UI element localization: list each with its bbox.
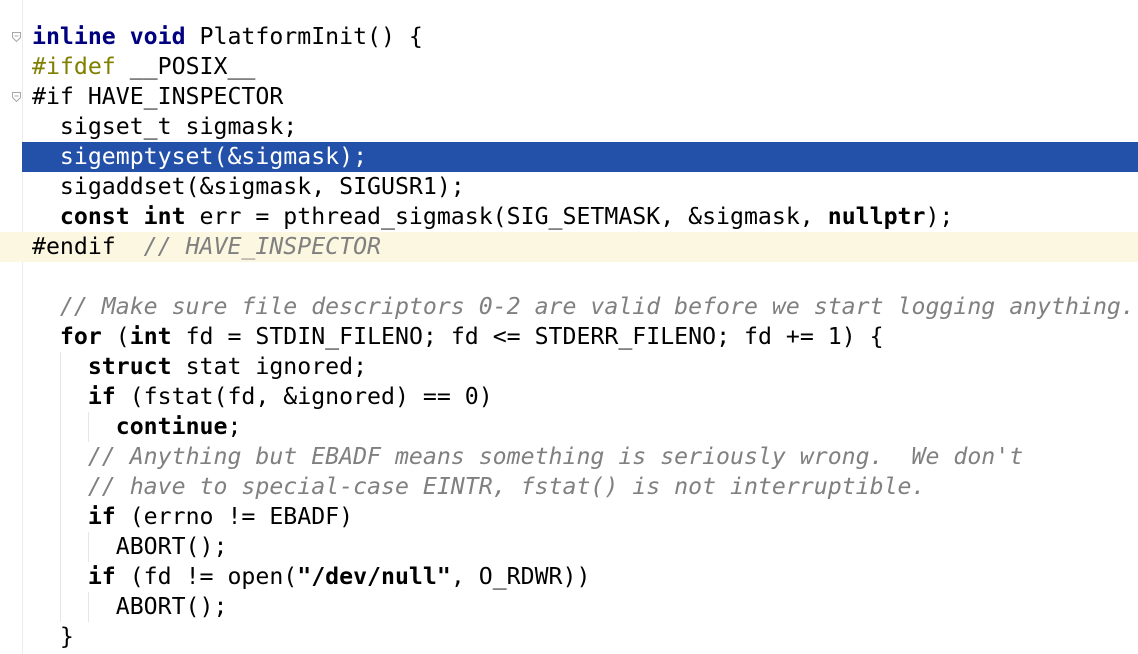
code-line[interactable]: const int err = pthread_sigmask(SIG_SETM…	[0, 202, 1138, 232]
code-token: ABORT();	[32, 533, 228, 560]
code-line[interactable]: ABORT();	[0, 592, 1138, 622]
code-token: (fstat(fd, &ignored) == 0)	[115, 383, 493, 410]
code-line[interactable]: sigemptyset(&sigmask);	[22, 142, 1138, 172]
code-token: const int	[59, 203, 186, 230]
code-token: continue	[115, 413, 228, 440]
code-token: struct	[87, 353, 172, 380]
code-token: );	[925, 203, 954, 230]
code-token: if	[87, 563, 116, 590]
code-line[interactable]: #if HAVE_INSPECTOR	[0, 82, 1138, 112]
code-comment: // Make sure file descriptors 0-2 are va…	[59, 293, 1135, 320]
code-line[interactable]: ABORT();	[0, 532, 1138, 562]
code-token: #ifdef	[32, 53, 116, 80]
code-token: sigaddset(&sigmask, SIGUSR1);	[32, 173, 465, 200]
code-token: inline void	[32, 23, 186, 50]
code-token: (fd != open(	[115, 563, 298, 590]
code-line[interactable]: for (int fd = STDIN_FILENO; fd <= STDERR…	[0, 322, 1138, 352]
code-line[interactable]: if (fstat(fd, &ignored) == 0)	[0, 382, 1138, 412]
code-token: PlatformInit() {	[185, 23, 423, 50]
code-token: (errno != EBADF)	[115, 503, 354, 530]
code-comment: // HAVE_INSPECTOR	[115, 233, 382, 260]
code-token: fd = STDIN_FILENO; fd <= STDERR_FILENO; …	[171, 323, 884, 350]
code-token: nullptr	[827, 203, 926, 230]
code-editor[interactable]: inline void PlatformInit() {#ifdef __POS…	[0, 0, 1138, 654]
code-token: int	[129, 323, 172, 350]
code-comment: // have to special-case EINTR, fstat() i…	[87, 473, 926, 500]
code-area[interactable]: inline void PlatformInit() {#ifdef __POS…	[0, 22, 1138, 652]
code-token: ABORT();	[32, 593, 228, 620]
indent-guide	[88, 412, 89, 442]
code-token: }	[32, 623, 74, 650]
indent-guide	[88, 532, 89, 562]
code-token: for	[59, 323, 102, 350]
code-token: "/dev/null"	[297, 563, 451, 590]
indent-guide	[60, 352, 61, 622]
code-token: ;	[227, 413, 242, 440]
code-line[interactable]: sigaddset(&sigmask, SIGUSR1);	[0, 172, 1138, 202]
code-line[interactable]: inline void PlatformInit() {	[0, 22, 1138, 52]
code-line[interactable]: #ifdef __POSIX__	[0, 52, 1138, 82]
code-token: #if HAVE_INSPECTOR	[32, 83, 284, 110]
code-line[interactable]: #endif // HAVE_INSPECTOR	[0, 232, 1138, 262]
code-line[interactable]: struct stat ignored;	[0, 352, 1138, 382]
code-token: if	[87, 503, 116, 530]
code-token: (	[101, 323, 130, 350]
code-line[interactable]: }	[0, 622, 1138, 652]
code-line[interactable]: if (errno != EBADF)	[0, 502, 1138, 532]
code-token: if	[87, 383, 116, 410]
code-line[interactable]: continue;	[0, 412, 1138, 442]
code-line[interactable]: // have to special-case EINTR, fstat() i…	[0, 472, 1138, 502]
indent-guide	[88, 592, 89, 622]
code-line[interactable]: // Anything but EBADF means something is…	[0, 442, 1138, 472]
code-line[interactable]: sigset_t sigmask;	[0, 112, 1138, 142]
code-token: __POSIX__	[115, 53, 256, 80]
code-token: err = pthread_sigmask(SIG_SETMASK, &sigm…	[185, 203, 828, 230]
code-token: , O_RDWR))	[450, 563, 591, 590]
code-line[interactable]: // Make sure file descriptors 0-2 are va…	[0, 292, 1138, 322]
code-token: sigemptyset(&sigmask);	[32, 143, 368, 170]
code-comment: // Anything but EBADF means something is…	[87, 443, 1024, 470]
code-token: sigset_t sigmask;	[32, 113, 298, 140]
code-token: stat ignored;	[171, 353, 368, 380]
code-line[interactable]	[0, 262, 1138, 292]
code-token: #endif	[32, 233, 116, 260]
code-line[interactable]: if (fd != open("/dev/null", O_RDWR))	[0, 562, 1138, 592]
